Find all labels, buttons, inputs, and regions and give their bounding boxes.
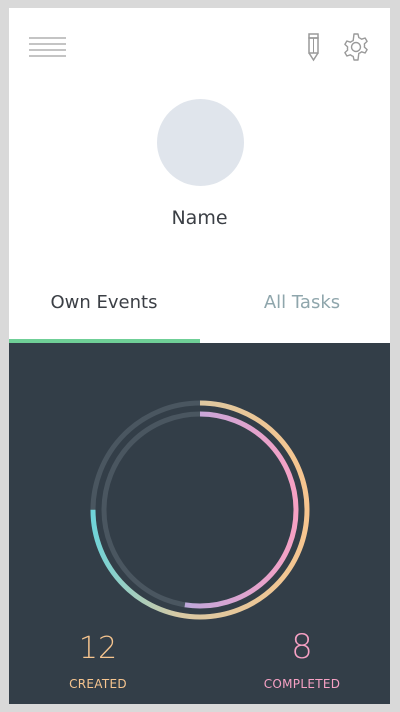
app-frame: Name Own Events All Tasks 12 CREATED 8 C… xyxy=(9,8,390,704)
hamburger-menu-icon[interactable] xyxy=(29,35,66,60)
pencil-icon[interactable] xyxy=(305,32,323,62)
avatar[interactable] xyxy=(157,99,244,186)
tab-all-tasks[interactable]: All Tasks xyxy=(207,292,390,313)
completed-label: COMPLETED xyxy=(263,677,341,691)
profile-header: Name Own Events All Tasks xyxy=(9,8,390,343)
completed-count: 8 xyxy=(291,627,313,667)
tab-own-events[interactable]: Own Events xyxy=(9,292,199,313)
stats-panel: 12 CREATED 8 COMPLETED xyxy=(9,343,390,704)
gear-icon[interactable] xyxy=(341,32,371,62)
created-label: CREATED xyxy=(69,677,127,691)
created-count: 12 xyxy=(78,631,118,666)
profile-name: Name xyxy=(171,207,228,229)
